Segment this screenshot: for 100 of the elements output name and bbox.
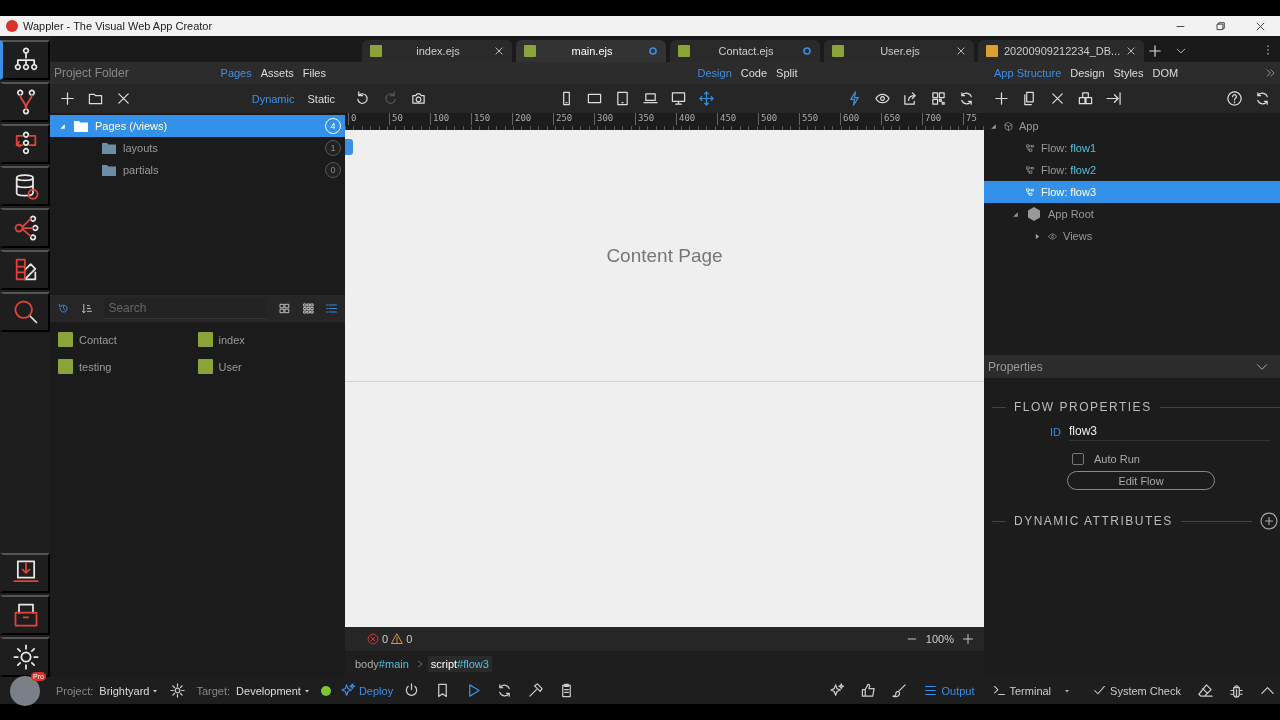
tablet-icon[interactable] xyxy=(587,91,602,106)
panel-toggle[interactable]: Output xyxy=(918,684,981,697)
settings-icon[interactable] xyxy=(170,683,186,698)
refresh-icon[interactable] xyxy=(1255,91,1270,106)
deploy-button[interactable]: Deploy xyxy=(340,683,394,698)
arrow-icon[interactable] xyxy=(1106,91,1121,106)
thumbs-up-icon[interactable] xyxy=(861,683,877,698)
power-icon[interactable] xyxy=(404,683,420,698)
view-tab[interactable]: Code xyxy=(740,67,768,79)
panel-tab[interactable]: DOM xyxy=(1152,67,1179,79)
tree-item[interactable]: layouts 1 xyxy=(50,137,345,159)
tree-item[interactable]: Flow: flow2 xyxy=(984,159,1280,181)
expand-arrow-icon[interactable] xyxy=(1033,231,1042,241)
tree-item[interactable]: partials 0 xyxy=(50,159,345,181)
file-item[interactable]: Contact xyxy=(79,333,117,346)
close-icon[interactable] xyxy=(956,46,966,56)
tree-item[interactable]: Views xyxy=(984,225,1280,247)
list-icon[interactable] xyxy=(325,301,337,316)
plus-icon[interactable] xyxy=(962,633,974,645)
history-icon[interactable] xyxy=(58,301,70,316)
file-tab[interactable]: User.ejs xyxy=(824,40,974,62)
panel-tab[interactable]: Files xyxy=(302,67,326,79)
file-icon xyxy=(678,45,690,57)
refresh-icon[interactable] xyxy=(959,91,974,106)
panel-tab[interactable]: Design xyxy=(1070,67,1105,79)
mode-toggle[interactable]: Dynamic xyxy=(251,92,295,105)
maximize-icon[interactable] xyxy=(1215,20,1226,32)
close-icon[interactable] xyxy=(494,46,504,56)
lightning-icon[interactable] xyxy=(847,91,862,106)
system-check-button[interactable]: System Check xyxy=(1087,684,1187,697)
file-item[interactable]: User xyxy=(218,360,242,373)
target-dropdown[interactable]: Development xyxy=(236,684,311,697)
design-canvas[interactable]: Content Page xyxy=(345,130,984,627)
eye-icon[interactable] xyxy=(875,91,890,106)
breadcrumb-item[interactable]: script#flow3 xyxy=(427,656,492,672)
file-item[interactable]: index xyxy=(218,333,245,346)
file-icon xyxy=(524,45,536,57)
breadcrumb-item[interactable]: body#main xyxy=(352,656,412,672)
play-icon[interactable] xyxy=(466,683,482,698)
file-tab[interactable]: main.ejs xyxy=(516,40,666,62)
hammer-icon[interactable] xyxy=(528,683,544,698)
plus-icon[interactable] xyxy=(60,91,75,106)
close-icon[interactable] xyxy=(1050,91,1065,106)
project-dropdown[interactable]: Brightyard xyxy=(99,684,160,697)
view-tab[interactable]: Design xyxy=(697,67,732,79)
close-icon[interactable] xyxy=(1126,46,1137,56)
search-bar[interactable]: Search xyxy=(50,295,345,322)
monitor-icon[interactable] xyxy=(671,91,686,106)
grid-icon[interactable] xyxy=(302,301,314,316)
panel-tab[interactable]: Assets xyxy=(260,67,294,79)
eraser-icon[interactable] xyxy=(1198,683,1213,698)
move-icon[interactable] xyxy=(699,91,714,106)
brush-icon[interactable] xyxy=(892,683,908,698)
ruler-label: 650 xyxy=(881,113,922,125)
tree-item[interactable]: App xyxy=(984,115,1280,137)
close-icon[interactable] xyxy=(116,91,131,106)
project-label: Project: xyxy=(56,684,94,697)
boxes-icon[interactable] xyxy=(1078,91,1093,106)
plus-icon[interactable] xyxy=(994,91,1009,106)
sparkle-icon[interactable] xyxy=(830,683,846,698)
sort-icon[interactable] xyxy=(81,301,93,316)
bug-icon[interactable] xyxy=(1229,683,1244,698)
file-item[interactable]: testing xyxy=(79,360,112,373)
folder-icon xyxy=(101,163,117,177)
panel-tab[interactable]: Pages xyxy=(220,67,252,79)
camera-icon[interactable] xyxy=(411,91,426,106)
panel-toggle[interactable]: Terminal xyxy=(986,684,1058,697)
checkbox[interactable] xyxy=(1072,453,1084,465)
folder-icon[interactable] xyxy=(88,91,103,106)
share-icon[interactable] xyxy=(903,91,918,106)
chevron-down-icon[interactable] xyxy=(1176,46,1187,56)
tree-item[interactable]: App Root xyxy=(984,203,1280,225)
add-icon[interactable] xyxy=(1260,512,1278,530)
ruler-label: 400 xyxy=(676,113,717,125)
file-tab[interactable]: 20200909212234_DB... xyxy=(978,40,1145,62)
help-icon[interactable] xyxy=(1227,91,1242,106)
file-tab[interactable]: Contact.ejs xyxy=(670,40,820,62)
ruler-label: 450 xyxy=(717,113,758,125)
panel-tab[interactable]: App Structure xyxy=(994,67,1062,79)
copy-icon[interactable] xyxy=(1022,91,1037,106)
plus-icon[interactable] xyxy=(1148,44,1163,58)
close-icon[interactable] xyxy=(1255,20,1266,32)
tablet-icon[interactable] xyxy=(615,91,630,106)
panel-tab[interactable]: Styles xyxy=(1113,67,1144,79)
file-icon xyxy=(58,332,73,347)
view-tab[interactable]: Split xyxy=(776,67,798,79)
target-label: Target: xyxy=(196,684,231,697)
mode-toggle[interactable]: Static xyxy=(307,92,335,105)
eye-icon xyxy=(1048,231,1057,241)
undo-icon[interactable] xyxy=(355,91,370,106)
file-tab[interactable]: index.ejs xyxy=(362,40,512,62)
chevrons-right-icon[interactable] xyxy=(1266,68,1276,78)
qr-code-icon[interactable] xyxy=(931,91,946,106)
panel-handle[interactable] xyxy=(345,139,353,155)
refresh-icon[interactable] xyxy=(497,683,513,698)
tree-item[interactable]: Flow: flow1 xyxy=(984,137,1280,159)
error-count: 0 xyxy=(382,633,389,645)
laptop-icon[interactable] xyxy=(643,91,658,106)
grid-icon[interactable] xyxy=(279,301,291,316)
id-field[interactable]: flow3 xyxy=(1069,422,1270,441)
